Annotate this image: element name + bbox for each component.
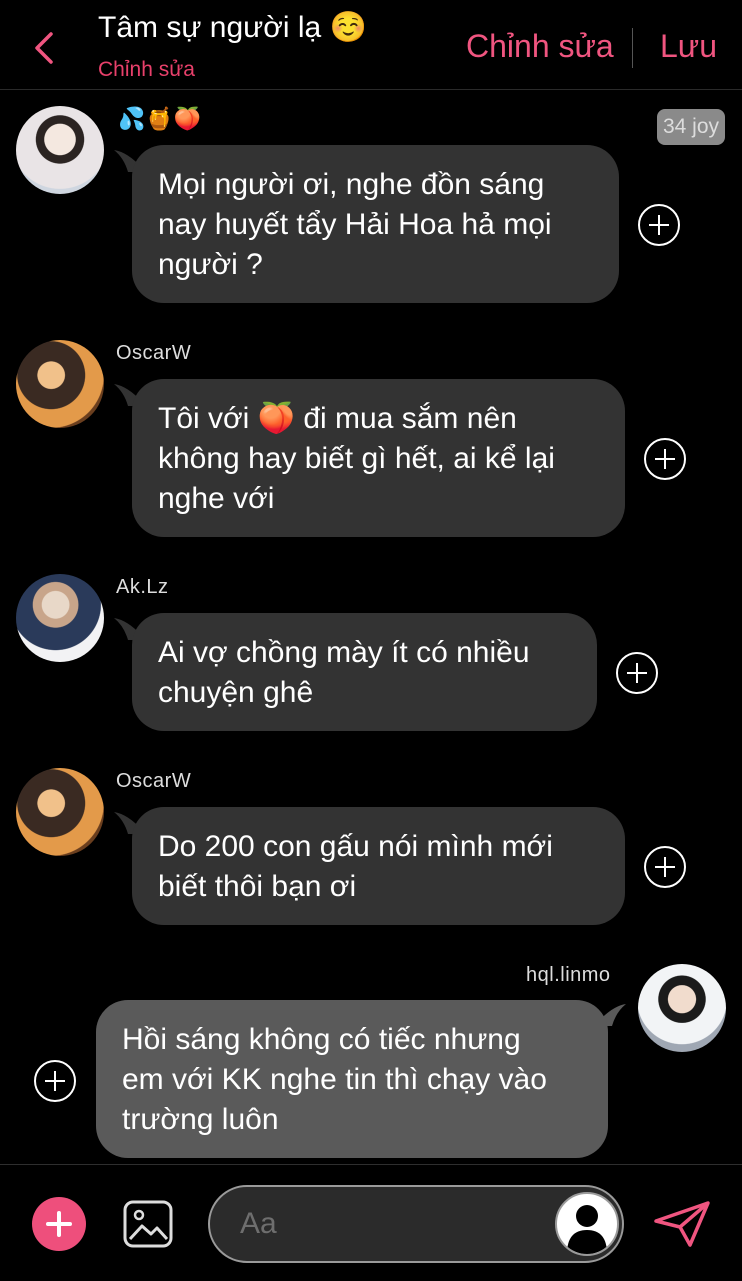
back-button[interactable] [28, 28, 60, 68]
avatar[interactable] [16, 340, 104, 428]
message-line: trường luôn [122, 1103, 279, 1136]
avatar[interactable] [638, 964, 726, 1052]
message-bubble[interactable]: Tôi với 🍑 đi mua sắm nên không hay biết … [132, 379, 625, 537]
save-button[interactable]: Lưu [660, 28, 717, 65]
message-line: Mọi người ơi, nghe đồn sáng [158, 168, 545, 201]
add-reaction-button[interactable] [638, 204, 680, 246]
message-bubble[interactable]: Hồi sáng không có tiếc nhưng em với KK n… [96, 1000, 608, 1158]
avatar[interactable] [16, 106, 104, 194]
message-input[interactable]: Aa [208, 1185, 624, 1263]
user-avatar-icon[interactable] [555, 1192, 619, 1256]
add-reaction-button[interactable] [616, 652, 658, 694]
message-line: chuyện ghê [158, 676, 314, 709]
add-button[interactable] [32, 1197, 86, 1251]
sender-name: OscarW [116, 770, 192, 792]
message-line: Hồi sáng không có tiếc nhưng [122, 1023, 521, 1056]
header-divider [632, 28, 633, 68]
avatar[interactable] [16, 574, 104, 662]
input-placeholder: Aa [240, 1207, 277, 1240]
chat-subtitle[interactable]: Chỉnh sửa [98, 58, 195, 82]
sender-name: 💦🍯🍑 [118, 106, 202, 131]
avatar[interactable] [16, 768, 104, 856]
add-reaction-button[interactable] [644, 846, 686, 888]
joy-badge: 34 joy [657, 109, 725, 145]
message-line: nay huyết tẩy Hải Hoa hả mọi [158, 208, 552, 241]
message-line: em với KK nghe tin thì chạy vào [122, 1063, 547, 1096]
add-reaction-button[interactable] [644, 438, 686, 480]
composer-bar: Aa [0, 1164, 742, 1281]
message-line: Do 200 con gấu nói mình mới [158, 830, 553, 863]
message-bubble[interactable]: Ai vợ chồng mày ít có nhiều chuyện ghê [132, 613, 597, 731]
send-button[interactable] [652, 1199, 712, 1249]
sender-name: Ak.Lz [116, 576, 169, 598]
image-button[interactable] [122, 1199, 174, 1249]
chat-title: Tâm sự người lạ ☺️ [98, 11, 367, 44]
image-icon [123, 1200, 173, 1248]
message-bubble[interactable]: Do 200 con gấu nói mình mới biết thôi bạ… [132, 807, 625, 925]
message-line: Tôi với 🍑 đi mua sắm nên [158, 402, 517, 435]
chat-screen: Tâm sự người lạ ☺️ Chỉnh sửa Chỉnh sửa L… [0, 0, 742, 1281]
sender-name: hql.linmo [526, 964, 611, 986]
chevron-left-icon [35, 32, 53, 64]
sender-name: OscarW [116, 342, 192, 364]
send-icon [654, 1201, 710, 1247]
edit-button[interactable]: Chỉnh sửa [466, 28, 614, 65]
person-silhouette-icon [567, 1205, 607, 1254]
add-reaction-button[interactable] [34, 1060, 76, 1102]
message-line: Ai vợ chồng mày ít có nhiều [158, 636, 530, 669]
message-line: người ? [158, 248, 263, 281]
message-bubble[interactable]: Mọi người ơi, nghe đồn sáng nay huyết tẩ… [132, 145, 619, 303]
message-line: biết thôi bạn ơi [158, 870, 357, 903]
message-line: không hay biết gì hết, ai kể lại [158, 442, 555, 475]
header: Tâm sự người lạ ☺️ Chỉnh sửa Chỉnh sửa L… [0, 0, 742, 90]
message-line: nghe với [158, 482, 275, 515]
